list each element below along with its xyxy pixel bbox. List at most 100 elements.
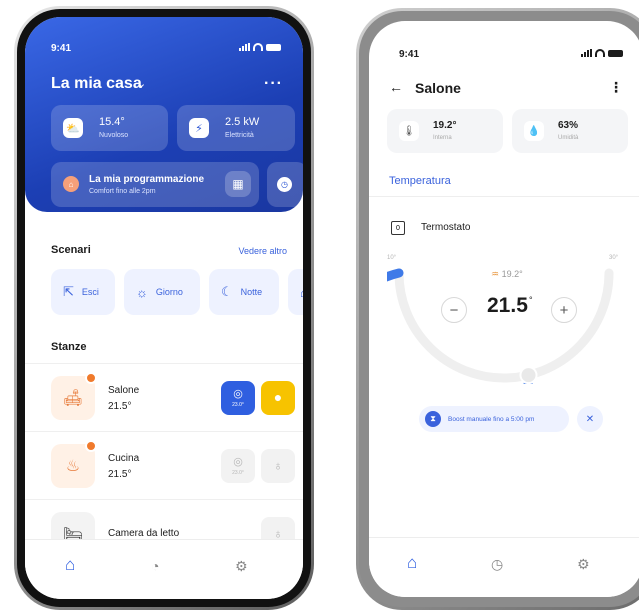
- electricity-value: 2.5 kW: [225, 116, 260, 128]
- bulb-icon: ♁: [273, 457, 283, 473]
- home-screen: 9:41 La mia casa ⌄ ··· ⛅ 15.4° Nuvoloso …: [25, 17, 303, 599]
- status-icons: [581, 49, 623, 57]
- boost-icon: ⧗: [425, 411, 441, 427]
- thermostat-toggle[interactable]: ◎ 23.0°: [221, 381, 255, 415]
- target-icon: ◎: [233, 387, 243, 400]
- scene-day[interactable]: ☼ Giorno: [124, 269, 200, 315]
- target-icon: ◎: [233, 455, 243, 468]
- heating-icon: ♒︎: [491, 269, 502, 279]
- room-name: Cucina: [108, 453, 140, 464]
- back-arrow-icon[interactable]: ←: [389, 79, 403, 95]
- schedule-card[interactable]: ⌂ La mia programmazione Comfort fino all…: [51, 162, 259, 207]
- schedule-card-next[interactable]: ◷: [267, 162, 303, 207]
- thermostat-icon: 0: [391, 221, 405, 235]
- weather-label: Nuvoloso: [99, 132, 129, 139]
- dial-track: [394, 268, 614, 383]
- room-row-salone[interactable]: 🛋 Salone 21.5° ◎ 23.0° ●: [25, 363, 303, 431]
- thermostat-value: 23.0°: [232, 401, 244, 408]
- setpoint-unit: °: [529, 295, 533, 305]
- thermostat-toggle[interactable]: ◎ 23.0°: [221, 449, 255, 483]
- setpoint-value: 21.5: [487, 294, 528, 317]
- decrease-button[interactable]: −: [441, 297, 467, 323]
- indoor-temp-label: Interna: [433, 135, 452, 141]
- schedule-subtitle: Comfort fino alle 2pm: [89, 188, 156, 195]
- page-title: Salone: [415, 80, 461, 96]
- scene-night[interactable]: ☾ Notte: [209, 269, 279, 315]
- droplet-icon: 💧: [524, 121, 544, 141]
- heating-badge: [85, 372, 97, 384]
- thermometer-icon: 🌡: [399, 121, 419, 141]
- electricity-label: Elettricità: [225, 132, 254, 139]
- signal-icon: [239, 43, 250, 51]
- scene-label: Notte: [240, 287, 263, 297]
- tab-temperature[interactable]: Temperatura: [389, 175, 451, 187]
- room-temp: 21.5°: [108, 401, 132, 412]
- weather-icon: ⛅: [63, 118, 83, 138]
- indoor-temp-card[interactable]: 🌡 19.2° Interna: [387, 109, 503, 153]
- weather-tile[interactable]: ⛅ 15.4° Nuvoloso: [51, 105, 168, 151]
- room-name: Camera da letto: [108, 528, 180, 539]
- bulb-icon: ♁: [273, 525, 283, 541]
- boost-chip[interactable]: ⧗ Boost manuale fino a 5:00 pm: [419, 406, 569, 432]
- clock-icon: ◷: [277, 177, 292, 192]
- rooms-title: Stanze: [51, 341, 87, 353]
- home-tab-icon[interactable]: ⌂: [65, 555, 75, 575]
- battery-icon: [608, 49, 623, 57]
- scenes-title: Scenari: [51, 244, 91, 256]
- home-title[interactable]: La mia casa: [51, 75, 142, 93]
- sun-icon: ☼: [136, 284, 148, 300]
- indoor-temp-value: 19.2°: [433, 120, 457, 131]
- chevron-down-icon[interactable]: ⌄: [137, 77, 146, 90]
- phone-room: 9:41 ← Salone ⋮ 🌡 19.2° Interna 💧 63% Um…: [356, 8, 639, 610]
- status-time: 9:41: [399, 49, 420, 60]
- see-more-link[interactable]: Vedere altro: [238, 246, 287, 256]
- more-options-icon[interactable]: ···: [264, 75, 283, 93]
- signal-icon: [581, 49, 592, 57]
- light-toggle[interactable]: ●: [261, 381, 295, 415]
- close-icon[interactable]: ✕: [577, 406, 603, 432]
- thermostat-label: Termostato: [421, 222, 471, 233]
- wifi-icon: [595, 49, 605, 57]
- tab-bar: ⌂ ◔ ⚙: [25, 539, 303, 599]
- schedule-title: La mia programmazione: [89, 174, 205, 185]
- phone-home: 9:41 La mia casa ⌄ ··· ⛅ 15.4° Nuvoloso …: [14, 6, 314, 610]
- history-tab-icon[interactable]: ◷: [491, 556, 503, 573]
- room-row-cucina[interactable]: ♨ Cucina 21.5° ◎ 23.0° ♁: [25, 431, 303, 499]
- section-tabs: Temperatura: [369, 161, 639, 197]
- settings-tab-icon[interactable]: ⚙: [235, 558, 248, 575]
- humidity-card[interactable]: 💧 63% Umidità: [512, 109, 628, 153]
- more-options-icon[interactable]: ⋮: [609, 79, 623, 96]
- room-name: Salone: [108, 385, 140, 396]
- history-tab-icon[interactable]: ◔: [151, 558, 159, 574]
- scene-more[interactable]: ⌂: [288, 269, 303, 315]
- scene-label: Giorno: [155, 287, 183, 297]
- lightning-icon: ⚡: [189, 118, 209, 138]
- exit-icon: ⇱: [63, 284, 74, 299]
- thermostat-value: 23.0°: [232, 469, 244, 476]
- tab-bar: ⌂ ◷ ⚙: [369, 537, 639, 597]
- status-time: 9:41: [51, 43, 72, 54]
- electricity-tile[interactable]: ⚡ 2.5 kW Elettricità: [177, 105, 295, 151]
- humidity-label: Umidità: [558, 135, 579, 141]
- increase-button[interactable]: +: [551, 297, 577, 323]
- home-schedule-icon: ⌂: [63, 176, 79, 192]
- bulb-icon: ●: [273, 388, 283, 405]
- current-temp-value: 19.2°: [501, 269, 523, 279]
- battery-icon: [266, 43, 281, 51]
- light-toggle[interactable]: ♁: [261, 449, 295, 483]
- calendar-icon[interactable]: ▦: [225, 171, 251, 197]
- settings-tab-icon[interactable]: ⚙: [577, 556, 590, 573]
- moon-icon: ☾: [221, 284, 233, 299]
- home-tab-icon[interactable]: ⌂: [407, 553, 417, 573]
- heating-badge: [85, 440, 97, 452]
- room-temp: 21.5°: [108, 469, 132, 480]
- phone-frame: 9:41 La mia casa ⌄ ··· ⛅ 15.4° Nuvoloso …: [17, 9, 311, 607]
- current-temp: ♒︎ 19.2°: [491, 269, 523, 280]
- scene-exit[interactable]: ⇱ Esci: [51, 269, 115, 315]
- weather-value: 15.4°: [99, 116, 125, 128]
- status-icons: [239, 43, 281, 51]
- room-screen: 9:41 ← Salone ⋮ 🌡 19.2° Interna 💧 63% Um…: [369, 21, 639, 597]
- scene-icon: ⌂: [300, 285, 303, 300]
- scene-label: Esci: [81, 287, 99, 297]
- phone-frame: 9:41 ← Salone ⋮ 🌡 19.2° Interna 💧 63% Um…: [359, 11, 639, 607]
